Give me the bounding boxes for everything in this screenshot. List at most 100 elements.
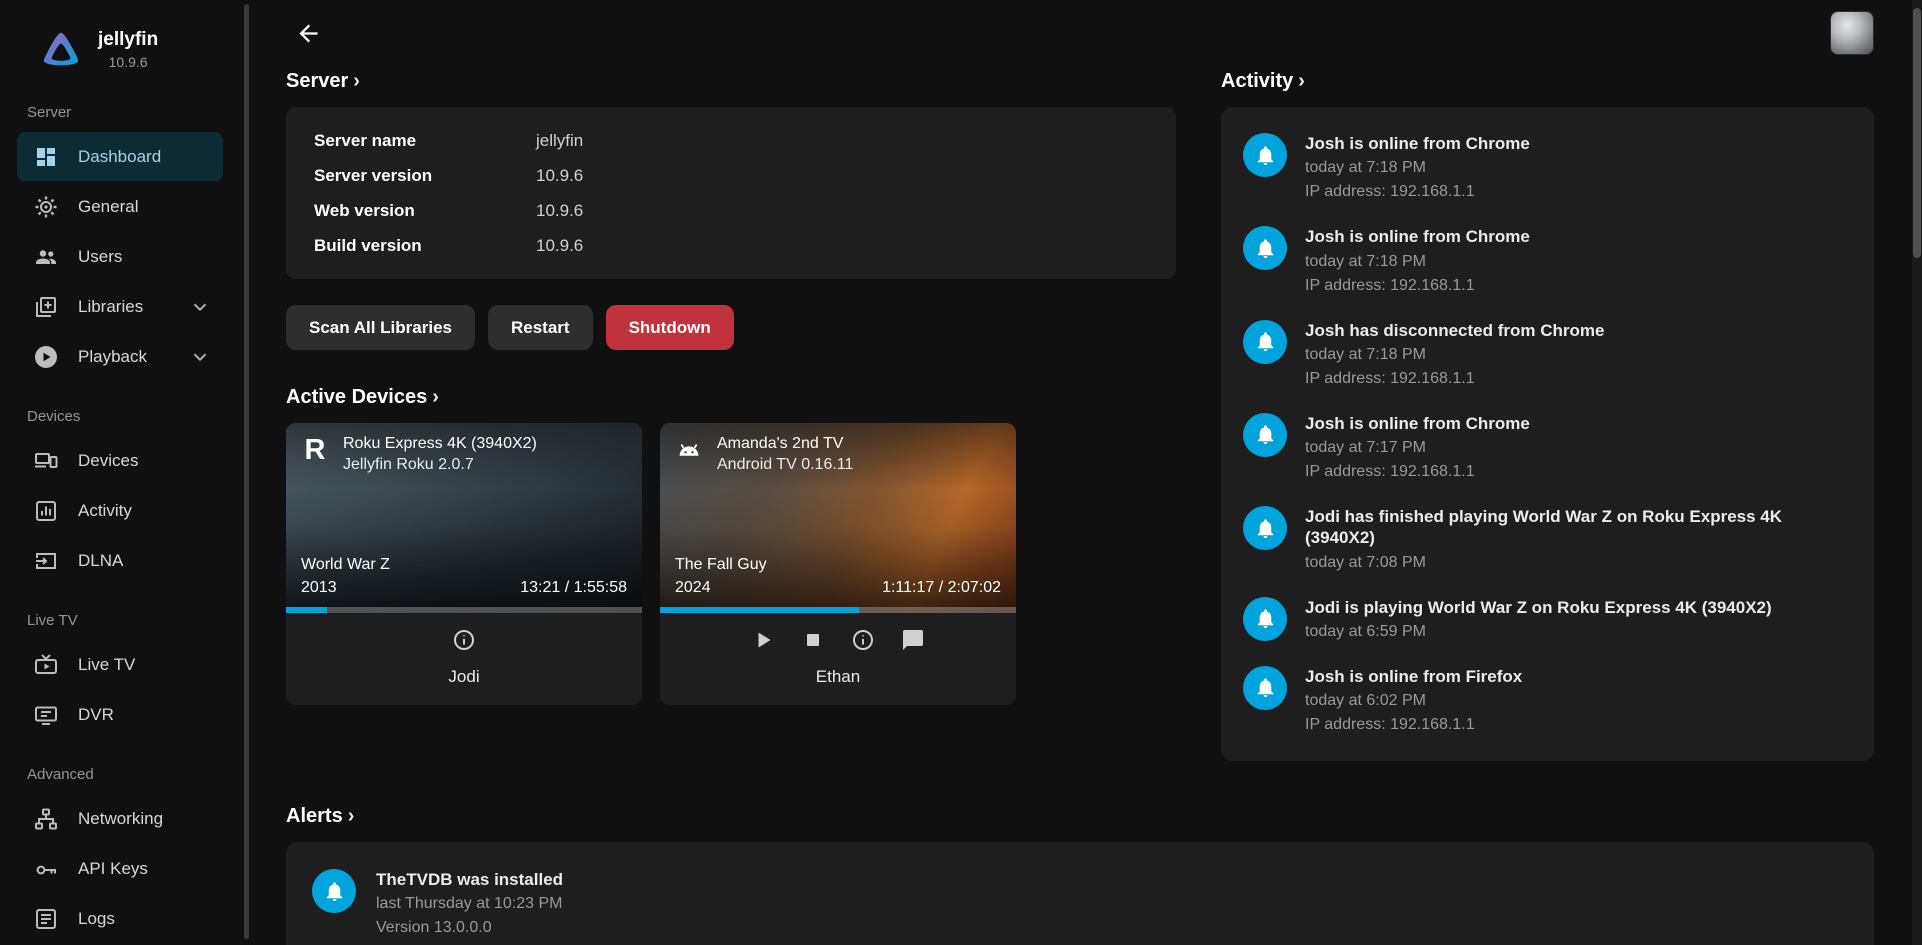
bell-icon — [1243, 320, 1287, 364]
client-name: Android TV 0.16.11 — [717, 454, 853, 475]
sidebar-item-api-keys[interactable]: API Keys — [17, 844, 223, 893]
user-avatar[interactable] — [1830, 11, 1874, 55]
sidebar-item-label: General — [78, 197, 138, 217]
client-name: Jellyfin Roku 2.0.7 — [343, 454, 537, 475]
bell-icon — [312, 869, 356, 913]
chevron-right-icon: › — [348, 805, 355, 828]
networking-icon — [34, 807, 58, 831]
sidebar-item-label: Users — [78, 247, 122, 267]
play-icon[interactable] — [751, 628, 775, 652]
activity-heading[interactable]: Activity › — [1221, 70, 1874, 93]
playback-progress-track — [286, 607, 642, 613]
activity-title: Activity — [1221, 70, 1293, 93]
sidebar-item-general[interactable]: General — [17, 182, 223, 231]
info-icon[interactable] — [452, 628, 476, 652]
chevron-down-icon[interactable] — [189, 346, 211, 368]
activity-item-title: Josh is online from Chrome — [1305, 413, 1530, 434]
sidebar-item-live-tv[interactable]: Live TV — [17, 640, 223, 689]
sidebar: jellyfin 10.9.6 Server Dashboard General… — [0, 0, 251, 945]
web-version-value: 10.9.6 — [536, 201, 583, 221]
sidebar-item-logs[interactable]: Logs — [17, 894, 223, 943]
media-title: World War Z — [301, 556, 390, 574]
server-info-card: Server name jellyfin Server version 10.9… — [286, 107, 1176, 279]
arrow-left-icon — [295, 20, 322, 47]
server-version-label: Server version — [314, 166, 536, 186]
roku-logo-icon: R — [298, 433, 332, 467]
scan-all-libraries-button[interactable]: Scan All Libraries — [286, 305, 475, 350]
device-name: Roku Express 4K (3940X2) — [343, 433, 537, 454]
sidebar-item-networking[interactable]: Networking — [17, 794, 223, 843]
playback-time: 1:11:17 / 2:07:02 — [882, 579, 1001, 597]
stop-icon[interactable] — [801, 628, 825, 652]
server-section-heading[interactable]: Server › — [286, 70, 1176, 93]
nav-section-server: Server — [0, 78, 251, 131]
build-version-value: 10.9.6 — [536, 236, 583, 256]
bell-icon — [1243, 666, 1287, 710]
server-info-row: Build version 10.9.6 — [314, 228, 1148, 263]
activity-item: Josh is online from Chrome today at 7:18… — [1243, 121, 1852, 214]
main-content: Server › Server name jellyfin Server ver… — [251, 0, 1922, 945]
sidebar-item-users[interactable]: Users — [17, 232, 223, 281]
sidebar-item-libraries[interactable]: Libraries — [17, 282, 223, 331]
sidebar-item-playback[interactable]: Playback — [17, 332, 223, 381]
sidebar-item-label: Devices — [78, 451, 138, 471]
sidebar-item-dvr[interactable]: DVR — [17, 690, 223, 739]
activity-list: Josh is online from Chrome today at 7:18… — [1221, 107, 1874, 761]
web-version-label: Web version — [314, 201, 536, 221]
activity-item-ip: IP address: 192.168.1.1 — [1305, 715, 1522, 735]
media-title: The Fall Guy — [675, 556, 767, 574]
active-devices-heading[interactable]: Active Devices › — [286, 386, 1176, 409]
dvr-icon — [34, 703, 58, 727]
sidebar-item-dlna[interactable]: DLNA — [17, 536, 223, 585]
device-card-android-tv[interactable]: Amanda's 2nd TV Android TV 0.16.11 The F… — [660, 423, 1016, 705]
dlna-icon — [34, 549, 58, 573]
android-logo-icon — [672, 433, 706, 467]
device-card-footer: Ethan — [660, 613, 1016, 705]
bell-icon — [1243, 226, 1287, 270]
sidebar-item-devices[interactable]: Devices — [17, 436, 223, 485]
server-info-row: Server name jellyfin — [314, 123, 1148, 158]
session-user: Ethan — [660, 667, 1016, 687]
restart-button[interactable]: Restart — [488, 305, 593, 350]
shutdown-button[interactable]: Shutdown — [606, 305, 734, 350]
live-tv-icon — [34, 653, 58, 677]
activity-item: Josh is online from Chrome today at 7:17… — [1243, 401, 1852, 494]
sidebar-item-activity[interactable]: Activity — [17, 486, 223, 535]
topbar — [286, 0, 1874, 66]
media-year: 2024 — [675, 579, 767, 597]
sidebar-item-label: Playback — [78, 347, 147, 367]
activity-item-ip: IP address: 192.168.1.1 — [1305, 462, 1530, 482]
sidebar-item-label: Dashboard — [78, 147, 161, 167]
page-scrollbar-thumb[interactable] — [1913, 8, 1921, 258]
chevron-down-icon[interactable] — [189, 296, 211, 318]
info-icon[interactable] — [851, 628, 875, 652]
activity-item: Josh has disconnected from Chrome today … — [1243, 308, 1852, 401]
dashboard-icon — [34, 145, 58, 169]
server-version-value: 10.9.6 — [536, 166, 583, 186]
server-info-row: Server version 10.9.6 — [314, 158, 1148, 193]
sidebar-scrollbar[interactable] — [244, 4, 249, 939]
message-icon[interactable] — [901, 628, 925, 652]
activity-item-time: today at 6:02 PM — [1305, 691, 1522, 711]
sidebar-item-label: Activity — [78, 501, 132, 521]
active-devices-title: Active Devices — [286, 386, 427, 409]
back-button[interactable] — [286, 11, 330, 55]
sidebar-item-label: Logs — [78, 909, 115, 929]
sidebar-item-label: Live TV — [78, 655, 135, 675]
sidebar-item-dashboard[interactable]: Dashboard — [17, 132, 223, 181]
activity-item-time: today at 7:18 PM — [1305, 158, 1530, 178]
chevron-right-icon: › — [1298, 70, 1305, 93]
page-scrollbar[interactable] — [1912, 0, 1922, 945]
device-card-roku[interactable]: R Roku Express 4K (3940X2) Jellyfin Roku… — [286, 423, 642, 705]
alerts-title: Alerts — [286, 805, 343, 828]
activity-item-ip: IP address: 192.168.1.1 — [1305, 182, 1530, 202]
device-name: Amanda's 2nd TV — [717, 433, 853, 454]
activity-item-ip: IP address: 192.168.1.1 — [1305, 369, 1604, 389]
sidebar-item-label: DLNA — [78, 551, 123, 571]
bell-icon — [1243, 133, 1287, 177]
jellyfin-logo-icon — [38, 26, 84, 72]
alert-time: last Thursday at 10:23 PM — [376, 894, 563, 914]
playback-progress-track — [660, 607, 1016, 613]
alerts-heading[interactable]: Alerts › — [286, 805, 1874, 828]
bell-icon — [1243, 413, 1287, 457]
